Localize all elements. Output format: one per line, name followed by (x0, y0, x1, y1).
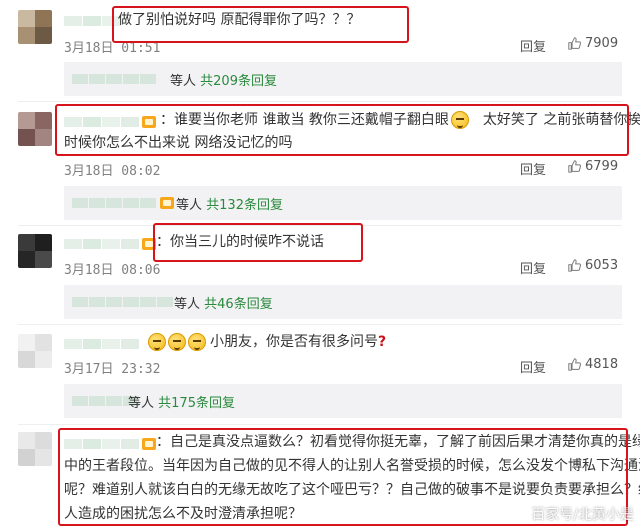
sub-replies-count-link[interactable]: 共46条回复 (204, 297, 273, 312)
divider (18, 324, 622, 325)
sub-replies-count-link[interactable]: 共175条回复 (158, 396, 235, 411)
sub-replies-count-link[interactable]: 共132条回复 (206, 198, 283, 213)
divider (18, 424, 622, 425)
highlight-box (153, 223, 363, 262)
username-blurred[interactable] (64, 336, 140, 350)
avatar[interactable] (18, 234, 52, 268)
sub-replies-count-link[interactable]: 共209条回复 (200, 74, 277, 89)
reply-button[interactable]: 回复 (520, 159, 546, 178)
username-blurred[interactable] (64, 236, 156, 250)
avatar[interactable] (18, 432, 52, 466)
avatar[interactable] (18, 10, 52, 44)
highlight-box (55, 104, 629, 156)
vip-badge-icon (160, 197, 174, 209)
like-button[interactable]: 6053 (568, 258, 618, 273)
like-button[interactable]: 7909 (568, 36, 618, 51)
sub-replies-box: 等人 共46条回复 (64, 285, 622, 319)
smile-emoji-icon (148, 333, 166, 351)
thumbs-up-icon (568, 259, 581, 272)
sub-replies-summary: 等人 共46条回复 (174, 297, 273, 312)
sub-replies-box: 等人 共132条回复 (64, 186, 622, 220)
reply-users-blurred (72, 196, 157, 210)
like-button[interactable]: 6799 (568, 159, 618, 174)
highlight-box (112, 6, 409, 43)
like-count: 6053 (585, 258, 619, 273)
smile-emoji-icon (168, 333, 186, 351)
reply-button[interactable]: 回复 (520, 36, 546, 55)
sub-replies-summary: 等人 共175条回复 (128, 396, 235, 411)
avatar[interactable] (18, 334, 52, 368)
like-count: 4818 (585, 357, 619, 372)
reply-button[interactable]: 回复 (520, 258, 546, 277)
comment-time: 3月17日 23:32 (64, 362, 161, 377)
like-count: 7909 (585, 36, 619, 51)
reply-users-blurred (72, 72, 157, 86)
sub-replies-summary: 等人 共209条回复 (170, 74, 277, 89)
comment-time: 3月18日 08:06 (64, 263, 161, 278)
reply-users-blurred (72, 295, 174, 309)
comment-time: 3月18日 08:02 (64, 164, 161, 179)
thumbs-up-icon (568, 160, 581, 173)
thumbs-up-icon (568, 358, 581, 371)
avatar[interactable] (18, 112, 52, 146)
sub-replies-summary: 等人 共132条回复 (176, 198, 283, 213)
comment-text: 小朋友，你是否有很多问号? (148, 332, 386, 352)
thumbs-up-icon (568, 37, 581, 50)
smile-emoji-icon (188, 333, 206, 351)
like-button[interactable]: 4818 (568, 357, 618, 372)
like-count: 6799 (585, 159, 619, 174)
reply-button[interactable]: 回复 (520, 357, 546, 376)
sub-replies-box: 等人 共209条回复 (64, 62, 622, 96)
divider (18, 101, 622, 102)
sub-replies-box: 等人 共175条回复 (64, 384, 622, 418)
watermark: 百家号/北黄小是 (531, 507, 634, 523)
